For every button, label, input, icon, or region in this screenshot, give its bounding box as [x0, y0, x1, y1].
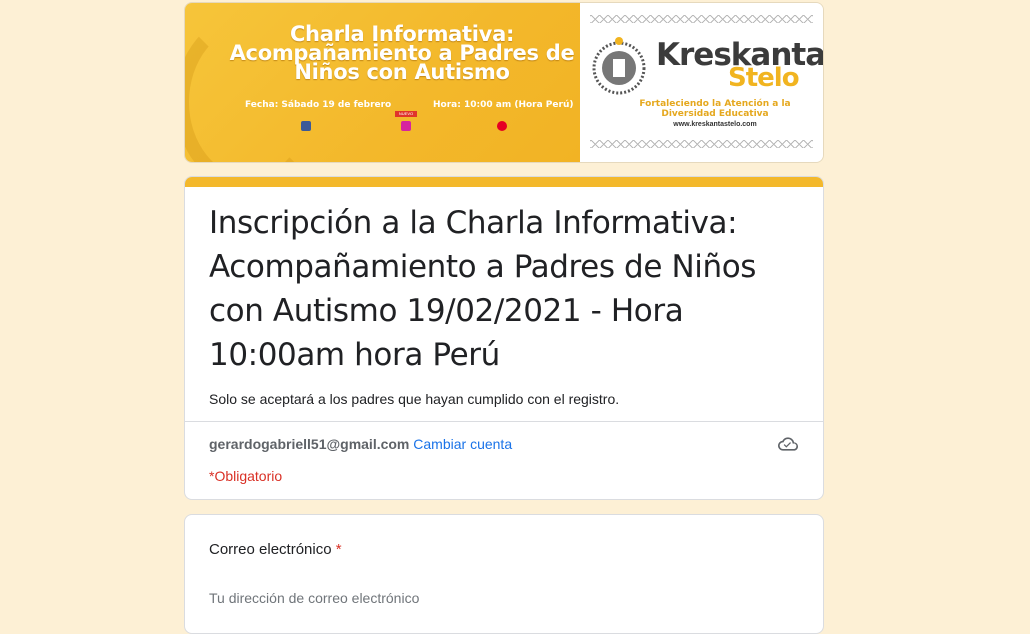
banner-hour: Hora: 10:00 am (Hora Perú): [433, 100, 574, 110]
cloud-saved-icon[interactable]: [777, 434, 799, 454]
kreskanta-seal-icon: [592, 37, 646, 95]
question-label: Correo electrónico *: [209, 541, 799, 558]
account-row: gerardogabriell51@gmail.com Cambiar cuen…: [209, 436, 799, 452]
question-label-text: Correo electrónico: [209, 541, 332, 558]
banner-date: Fecha: Sábado 19 de febrero: [245, 100, 392, 110]
form-title: Inscripción a la Charla Informativa: Aco…: [209, 205, 757, 373]
required-asterisk: *: [335, 541, 342, 558]
tagline-line2: Diversidad Educativa: [661, 109, 769, 119]
question-card-email: Correo electrónico *: [184, 514, 824, 634]
instagram-icon: [401, 121, 411, 131]
accent-bar: [185, 177, 823, 187]
switch-account-link[interactable]: Cambiar cuenta: [413, 436, 512, 452]
form-description: Solo se aceptará a los padres que hayan …: [209, 391, 620, 407]
pinterest-contact: [457, 118, 547, 136]
banner-event-panel: Charla Informativa: Acompañamiento a Pad…: [185, 3, 580, 162]
banner-title-line3: Niños con Autismo: [294, 60, 510, 84]
form-header-card: Inscripción a la Charla Informativa: Aco…: [184, 176, 824, 500]
new-badge: NUEVO: [395, 111, 417, 117]
header-banner: Charla Informativa: Acompañamiento a Pad…: [184, 2, 824, 163]
divider: [185, 421, 823, 422]
brand-tagline: Fortaleciendo la Atención a la Diversida…: [620, 99, 810, 119]
email-field[interactable]: [209, 590, 509, 606]
brand-name-accent: Stelo: [728, 63, 800, 93]
required-note: *Obligatorio: [209, 468, 283, 484]
brand-website: www.kreskantastelo.com: [673, 121, 757, 128]
facebook-icon: [301, 121, 311, 131]
instagram-contact: [361, 118, 451, 136]
banner-logo-panel: Kreskanta Stelo Fortaleciendo la Atenció…: [580, 3, 823, 162]
facebook-contact: [261, 118, 351, 136]
banner-title: Charla Informativa: Acompañamiento a Pad…: [227, 24, 577, 84]
tagline-line1: Fortaleciendo la Atención a la: [639, 99, 791, 109]
zigzag-border-top: [590, 15, 813, 23]
pinterest-icon: [497, 121, 507, 131]
account-email: gerardogabriell51@gmail.com: [209, 436, 410, 452]
zigzag-border-bottom: [590, 140, 813, 148]
